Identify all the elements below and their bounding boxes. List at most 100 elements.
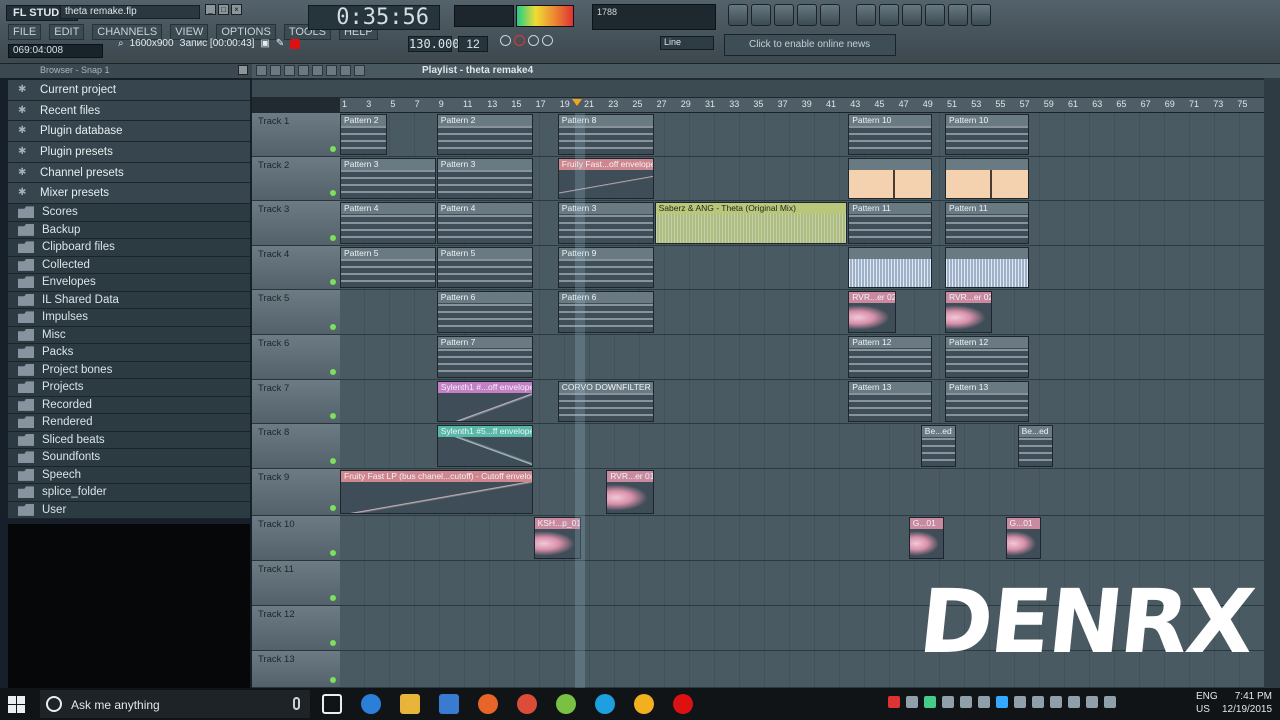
- browser-item[interactable]: User: [8, 501, 250, 520]
- camera-icon[interactable]: ▣: [260, 38, 269, 49]
- task-view-icon[interactable]: [322, 694, 342, 714]
- playlist-clip[interactable]: Be...ed: [920, 425, 957, 467]
- track-header[interactable]: Track 13: [252, 651, 340, 688]
- playlist-clip[interactable]: [848, 158, 932, 199]
- tray-icon[interactable]: [1032, 696, 1044, 708]
- select-tool-icon[interactable]: [326, 65, 337, 76]
- track-header[interactable]: Track 9: [252, 469, 340, 516]
- playlist-clip[interactable]: Pattern 5: [436, 247, 533, 288]
- playlist-clip[interactable]: RVR...er 02: [945, 291, 993, 333]
- firefox-icon[interactable]: [478, 694, 498, 714]
- browser-item[interactable]: Scores: [8, 204, 250, 222]
- utorrent-icon[interactable]: [556, 694, 576, 714]
- track-mute-led[interactable]: [330, 235, 336, 241]
- close-button[interactable]: ×: [231, 4, 242, 15]
- menu-edit[interactable]: EDIT: [49, 24, 85, 40]
- browser-item[interactable]: ✱ Recent files: [8, 100, 250, 122]
- playlist-clip[interactable]: Pattern 6: [436, 291, 533, 333]
- track-lane[interactable]: Pattern 3 Pattern 3 Fruity Fast...off enve…: [340, 157, 1264, 201]
- song-time-display[interactable]: 0:35:56: [308, 5, 440, 30]
- playlist-clip[interactable]: KSH...p_01: [533, 517, 581, 559]
- notifications-icon[interactable]: [1104, 696, 1116, 708]
- track-header[interactable]: Track 6: [252, 335, 340, 380]
- browser-item[interactable]: Collected: [8, 256, 250, 275]
- playlist-clip[interactable]: CORVO DOWNFILTER: [557, 381, 654, 422]
- browser-item[interactable]: Soundfonts: [8, 449, 250, 467]
- track-mute-led[interactable]: [330, 458, 336, 464]
- playlist-shortcut-icon[interactable]: [728, 4, 748, 26]
- track-lane[interactable]: Sylenth1 #...off envelope CORVO DOWNFILTE…: [340, 380, 1264, 424]
- track-mute-led[interactable]: [330, 324, 336, 330]
- track-lane[interactable]: Pattern 2 Pattern 2 Pattern 8 Pattern 10 Pat…: [340, 113, 1264, 157]
- browser-item[interactable]: IL Shared Data: [8, 291, 250, 310]
- track-mute-led[interactable]: [330, 550, 336, 556]
- track-header[interactable]: Track 1: [252, 113, 340, 157]
- track-header[interactable]: Track 4: [252, 246, 340, 290]
- playlist-clip[interactable]: G...01: [908, 517, 944, 559]
- playlist-clip[interactable]: Saberz & ANG - Theta (Original Mix): [654, 202, 848, 244]
- cut-icon[interactable]: [925, 4, 945, 26]
- track-header[interactable]: Track 8: [252, 424, 340, 469]
- zoom-tool-icon[interactable]: [340, 65, 351, 76]
- taskbar-clock[interactable]: 7:41 PM 12/19/2015: [1222, 690, 1272, 716]
- edge-icon[interactable]: [361, 694, 381, 714]
- browser-item[interactable]: Projects: [8, 379, 250, 397]
- browser-item[interactable]: ✱ Current project: [8, 80, 250, 101]
- playback-tool-icon[interactable]: [354, 65, 365, 76]
- playlist-clip[interactable]: Fruity Fast...off envelope: [557, 158, 654, 199]
- playlist-clip[interactable]: Sylenth1 #5...ff envelope: [436, 425, 533, 467]
- track-header[interactable]: Track 3: [252, 201, 340, 246]
- browser-item[interactable]: Rendered: [8, 414, 250, 432]
- store-icon[interactable]: [439, 694, 459, 714]
- mute-tool-icon[interactable]: [298, 65, 309, 76]
- minimize-button[interactable]: _: [205, 4, 216, 15]
- browser-item[interactable]: Speech: [8, 466, 250, 485]
- cortana-search[interactable]: Ask me anything: [40, 690, 310, 718]
- track-mute-led[interactable]: [330, 640, 336, 646]
- file-explorer-icon[interactable]: [400, 694, 420, 714]
- playlist-clip[interactable]: Sylenth1 #...off envelope: [436, 381, 533, 422]
- playlist-clip[interactable]: [945, 158, 1029, 199]
- playlist-clip[interactable]: [945, 247, 1029, 288]
- browser-item[interactable]: ✱ Plugin presets: [8, 142, 250, 163]
- playlist-clip[interactable]: Pattern 7: [436, 336, 533, 378]
- playlist-clip[interactable]: Pattern 12: [848, 336, 932, 378]
- paint-tool-icon[interactable]: [270, 65, 281, 76]
- tempo-display[interactable]: 130.000: [408, 36, 460, 52]
- record-icon[interactable]: [514, 35, 525, 46]
- browser-item[interactable]: ✱ Mixer presets: [8, 183, 250, 205]
- mixer-shortcut-icon[interactable]: [820, 4, 840, 26]
- browser-close-button[interactable]: [238, 65, 248, 75]
- network-icon[interactable]: [1050, 696, 1062, 708]
- browser-item[interactable]: splice_folder: [8, 484, 250, 502]
- browser-item[interactable]: Impulses: [8, 309, 250, 327]
- track-header[interactable]: Track 12: [252, 606, 340, 651]
- save-icon[interactable]: [879, 4, 899, 26]
- track-header[interactable]: Track 7: [252, 380, 340, 424]
- battery-icon[interactable]: [1086, 696, 1098, 708]
- loop-icon[interactable]: [528, 35, 539, 46]
- playlist-clip[interactable]: Pattern 2: [436, 114, 533, 155]
- browser-item[interactable]: ✱ Channel presets: [8, 162, 250, 184]
- playlist-clip[interactable]: RVR...er 01: [606, 470, 654, 514]
- skype-icon[interactable]: [595, 694, 615, 714]
- pen-icon[interactable]: ✎: [276, 38, 284, 49]
- track-mute-led[interactable]: [330, 677, 336, 683]
- undo-icon[interactable]: [856, 4, 876, 26]
- song-position-marker[interactable]: [572, 99, 582, 106]
- step-sequencer-shortcut-icon[interactable]: [751, 4, 771, 26]
- playlist-clip[interactable]: Pattern 3: [340, 158, 436, 199]
- browser-shortcut-icon[interactable]: [797, 4, 817, 26]
- playlist-clip[interactable]: [848, 247, 932, 288]
- record-stop-button[interactable]: [290, 38, 301, 49]
- playlist-clip[interactable]: Pattern 4: [436, 202, 533, 244]
- start-button[interactable]: [8, 696, 26, 714]
- track-lane[interactable]: Sylenth1 #5...ff envelope Be...ed Be...ed: [340, 424, 1264, 469]
- playlist-clip[interactable]: RVR...er 02: [848, 291, 896, 333]
- tray-icon[interactable]: [906, 696, 918, 708]
- slice-tool-icon[interactable]: [312, 65, 323, 76]
- tray-icon[interactable]: [1014, 696, 1026, 708]
- playlist-clip[interactable]: Pattern 13: [848, 381, 932, 422]
- browser-item[interactable]: ✱ Plugin database: [8, 121, 250, 143]
- playlist-clip[interactable]: Pattern 12: [945, 336, 1029, 378]
